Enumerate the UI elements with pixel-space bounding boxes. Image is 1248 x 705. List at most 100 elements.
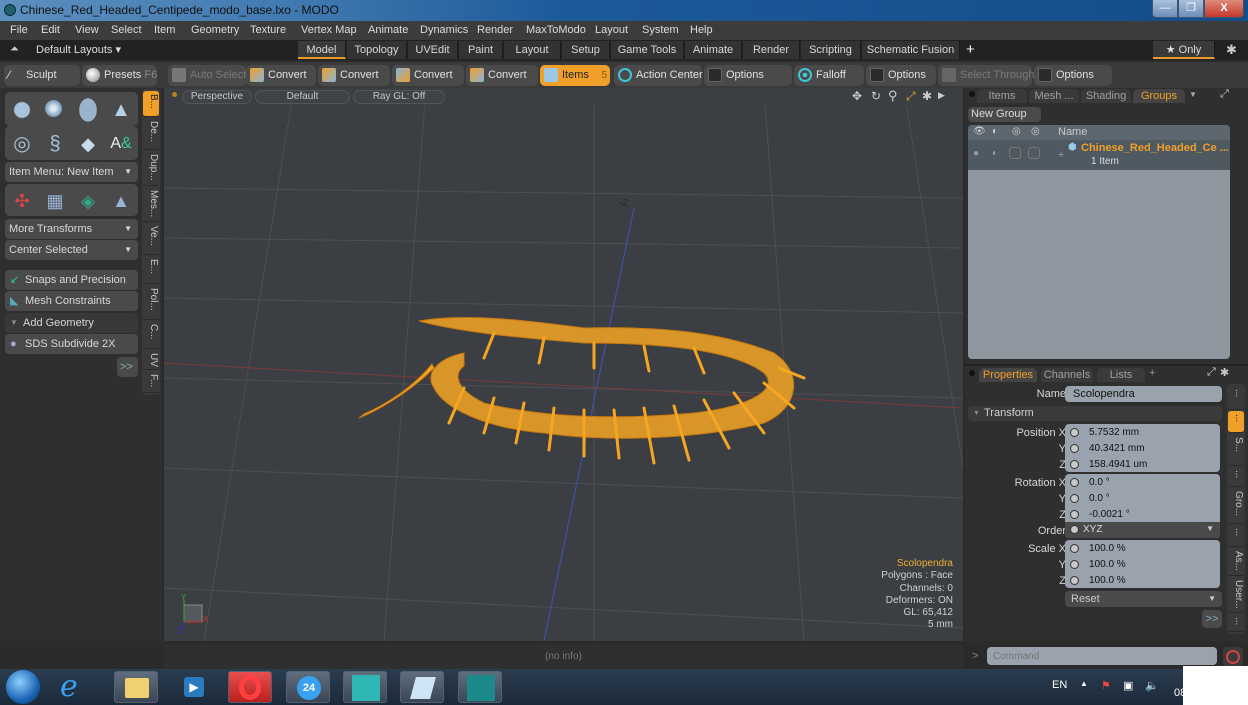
center-selected-dropdown[interactable]: Center Selected ▼ (5, 240, 138, 260)
vtab-assembly[interactable]: As... (1228, 548, 1244, 576)
presets-button[interactable]: Presets F6 (82, 65, 157, 86)
tray-expand-icon[interactable]: ▲ (1080, 679, 1088, 688)
rotate-icon[interactable]: ↻ (871, 89, 881, 103)
lock-toggle[interactable] (1009, 147, 1021, 159)
menu-edit[interactable]: Edit (41, 24, 60, 36)
position-z-field[interactable]: 158.4941 um (1089, 459, 1147, 470)
language-indicator[interactable]: EN (1052, 679, 1067, 691)
menu-animate[interactable]: Animate (368, 24, 408, 36)
keyframe-dot[interactable] (1070, 478, 1079, 487)
tab-model[interactable]: Model (298, 41, 346, 59)
convert-polygon-button[interactable]: Convert (392, 65, 464, 86)
vtab-9[interactable]: ... (1228, 614, 1244, 632)
volume-icon[interactable]: 🔈 (1145, 679, 1159, 692)
rotation-x-field[interactable]: 0.0 ° (1089, 477, 1110, 488)
tab-lists[interactable]: Lists (1097, 368, 1145, 382)
action-options-button[interactable]: Options (704, 65, 792, 86)
falloff-button[interactable]: Falloff (794, 65, 864, 86)
command-input[interactable] (987, 647, 1217, 665)
auto-select-button[interactable]: Auto Select (168, 65, 246, 86)
layout-preset-dropdown[interactable]: Default Layouts ▾ (36, 43, 121, 56)
tab-shading[interactable]: Shading (1081, 89, 1131, 103)
panel-divider[interactable] (965, 364, 1248, 366)
shading-dropdown[interactable]: Default (255, 90, 350, 104)
add-geometry-section[interactable]: ▼ Add Geometry (5, 313, 138, 333)
falloff-options-button[interactable]: Options (866, 65, 936, 86)
only-toggle[interactable]: ★ Only (1153, 41, 1215, 59)
convert-vertex-button[interactable]: Convert (246, 65, 316, 86)
ie-taskbar-icon[interactable]: e (60, 669, 78, 704)
more-tools-button[interactable]: >> (117, 357, 138, 377)
menu-view[interactable]: View (75, 24, 99, 36)
panel-expand-icon[interactable]: ⤢ (1220, 88, 1229, 101)
viewport-menu-dot[interactable] (172, 92, 177, 97)
tab-setup[interactable]: Setup (562, 41, 610, 59)
action-center-button[interactable]: Action Center (614, 65, 703, 86)
keyframe-dot[interactable] (1070, 428, 1079, 437)
position-x-field[interactable]: 5.7532 mm (1089, 427, 1139, 438)
start-button[interactable] (6, 670, 40, 704)
record-macro-button[interactable] (1223, 647, 1243, 667)
tab-render[interactable]: Render (743, 41, 800, 59)
name-column-header[interactable]: Name (1058, 126, 1087, 138)
vtab-1[interactable]: ... (1228, 386, 1244, 410)
3d-viewport[interactable]: -Z Y X Z Perspective Default Ray GL: Off… (164, 88, 963, 641)
vtab-4[interactable]: ... (1228, 467, 1244, 487)
close-button[interactable]: X (1204, 0, 1244, 18)
tab-animate[interactable]: Animate (685, 41, 742, 59)
menu-file[interactable]: File (10, 24, 28, 36)
tab-channels[interactable]: Channels (1041, 368, 1093, 382)
visibility-column-icon[interactable]: 👁 (973, 126, 986, 137)
explorer-taskbar-button[interactable] (114, 671, 158, 703)
menu-system[interactable]: System (642, 24, 679, 36)
cylinder-primitive-icon[interactable] (73, 95, 103, 125)
menu-render[interactable]: Render (477, 24, 513, 36)
keyframe-dot[interactable] (1070, 460, 1079, 469)
render-column-icon[interactable]: ◐ (992, 126, 998, 137)
render-toggle[interactable]: ◐ (992, 148, 998, 159)
maximize-view-icon[interactable]: ⤢ (906, 89, 916, 104)
vtab-mesh[interactable]: Mes... (143, 187, 159, 222)
vtab-user[interactable]: User... (1228, 577, 1244, 613)
keyframe-dot[interactable] (1070, 494, 1079, 503)
gear-icon[interactable]: ✱ (1226, 42, 1237, 58)
add-layout-button[interactable]: + (966, 41, 975, 58)
network-icon[interactable]: ▣ (1123, 679, 1133, 692)
rotation-y-field[interactable]: 0.0 ° (1089, 493, 1110, 504)
tab-items[interactable]: Items (977, 89, 1027, 103)
name-field[interactable]: Scolopendra (1065, 386, 1222, 402)
cone-primitive-icon[interactable]: ▲ (106, 95, 136, 125)
vtab-vertex[interactable]: Ve... (143, 223, 159, 255)
select-through-button[interactable]: Select Through (938, 65, 1034, 86)
menu-layout[interactable]: Layout (595, 24, 628, 36)
snaps-precision-button[interactable]: ↙ Snaps and Precision (5, 270, 138, 290)
menu-geometry[interactable]: Geometry (191, 24, 239, 36)
transform-tool-icon[interactable]: ✣ (7, 187, 37, 217)
taper-icon[interactable]: ▲ (106, 187, 136, 217)
checker-cube-icon[interactable]: ◈ (73, 187, 103, 217)
transform-section[interactable]: ▼ Transform (968, 406, 1222, 421)
sphere-primitive-icon[interactable] (40, 95, 70, 125)
add-tab-icon[interactable]: + (1149, 367, 1155, 379)
raygl-toggle[interactable]: Ray GL: Off (353, 90, 445, 104)
opera-taskbar-button[interactable] (228, 671, 272, 703)
keyframe-dot[interactable] (1070, 510, 1079, 519)
vtab-fusion[interactable]: F... (143, 371, 159, 393)
keyframe-dot[interactable] (1070, 444, 1079, 453)
select-options-button[interactable]: Options (1034, 65, 1112, 86)
new-group-button[interactable]: New Group (968, 107, 1041, 122)
pan-icon[interactable]: ✥ (852, 89, 862, 103)
vtab-edge[interactable]: E... (143, 256, 159, 284)
select-column-icon[interactable]: ◎ (1031, 126, 1040, 137)
tab-schematic-fusion[interactable]: Schematic Fusion (862, 41, 960, 59)
tab-game-tools[interactable]: Game Tools (611, 41, 684, 59)
maya-taskbar-button[interactable] (343, 671, 387, 703)
select-toggle[interactable] (1028, 147, 1040, 159)
menu-texture[interactable]: Texture (250, 24, 286, 36)
tab-layout[interactable]: Layout (504, 41, 561, 59)
vtab-s[interactable]: S... (1228, 434, 1244, 466)
menu-maxtomodo[interactable]: MaxToModo (526, 24, 586, 36)
menu-item[interactable]: Item (154, 24, 175, 36)
more-properties-button[interactable]: >> (1202, 610, 1222, 628)
minimize-button[interactable]: — (1152, 0, 1178, 18)
